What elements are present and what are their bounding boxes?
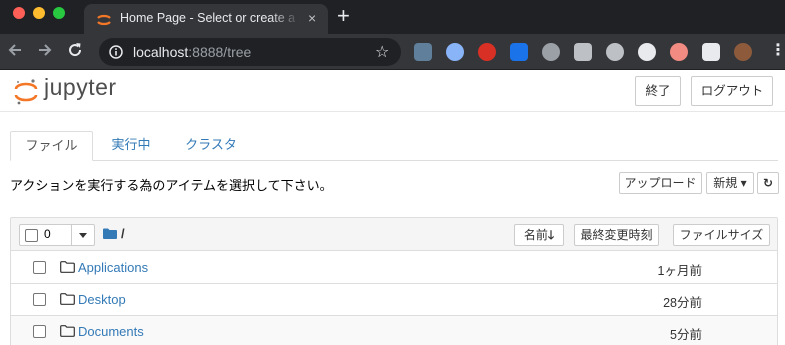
url-host: localhost [133, 44, 189, 60]
folder-icon [60, 325, 75, 337]
tab-files[interactable]: ファイル [10, 131, 93, 161]
file-modified: 28分前 [663, 296, 702, 310]
refresh-button[interactable]: ↻ [757, 172, 779, 194]
browser-tab[interactable]: Home Page - Select or create a notebook … [84, 4, 328, 34]
row-checkbox[interactable] [33, 293, 46, 306]
refresh-icon: ↻ [762, 176, 774, 190]
url-text: localhost:8888/tree [133, 44, 251, 60]
url-path: :8888/tree [188, 44, 252, 60]
browser-toolbar: localhost:8888/tree ☆ ⋮ [0, 34, 785, 70]
folder-root-icon[interactable] [103, 228, 117, 239]
jupyter-logo-icon[interactable] [14, 78, 38, 106]
new-dropdown-button[interactable]: 新規 ▾ [706, 172, 754, 194]
profile-avatar[interactable] [734, 43, 752, 61]
sort-down-arrow-icon: 🡓 [547, 228, 555, 242]
extension-chart-icon[interactable] [414, 43, 432, 61]
extensions-puzzle-icon[interactable] [702, 43, 720, 61]
tab-running[interactable]: 実行中 [110, 131, 152, 161]
sort-size-button[interactable]: ファイルサイズ [673, 224, 770, 246]
jupyter-header: jupyter 終了 ログアウト [0, 70, 785, 112]
file-list-header: 0 / 名前🡓 最終変更時刻 ファイルサイズ [11, 218, 777, 251]
menu-dots-icon[interactable]: ⋮ [770, 42, 785, 60]
list-item[interactable]: Applications 1ヶ月前 [11, 252, 777, 284]
file-modified: 1ヶ月前 [657, 264, 702, 278]
upload-button[interactable]: アップロード [619, 172, 702, 194]
jupyter-logo-text[interactable]: jupyter [44, 74, 117, 101]
info-icon[interactable] [109, 45, 123, 59]
file-name-link[interactable]: Documents [78, 324, 144, 339]
logout-button[interactable]: ログアウト [691, 76, 773, 106]
sort-modified-button[interactable]: 最終変更時刻 [574, 224, 659, 246]
sort-name-label: 名前 [523, 228, 548, 242]
file-name-link[interactable]: Desktop [78, 292, 126, 307]
row-checkbox[interactable] [33, 261, 46, 274]
browser-titlebar: Home Page - Select or create a notebook … [0, 0, 785, 34]
tab-clusters[interactable]: クラスタ [184, 131, 238, 161]
extension-camera-icon[interactable] [574, 43, 592, 61]
tab-title: Home Page - Select or create a notebook [120, 11, 300, 25]
breadcrumb[interactable]: / [121, 226, 125, 241]
extension-translate-icon[interactable] [638, 43, 656, 61]
folder-icon [60, 261, 75, 273]
select-all-group: 0 [19, 224, 95, 246]
select-divider [71, 225, 72, 245]
address-bar[interactable]: localhost:8888/tree ☆ [99, 38, 401, 66]
extension-chat-icon[interactable] [542, 43, 560, 61]
select-all-checkbox[interactable] [25, 229, 38, 242]
selected-count: 0 [44, 227, 51, 241]
reload-icon[interactable] [64, 41, 86, 63]
chevron-down-icon: ▾ [740, 176, 747, 190]
window-zoom-button[interactable] [53, 7, 65, 19]
folder-icon [60, 293, 75, 305]
new-label: 新規 [713, 176, 738, 190]
extension-circle-icon[interactable] [446, 43, 464, 61]
jupyter-tabs: ファイル 実行中 クラスタ [10, 131, 778, 161]
star-icon[interactable]: ☆ [375, 42, 389, 62]
extension-r-icon[interactable] [670, 43, 688, 61]
extension-red-icon[interactable] [478, 43, 496, 61]
tab-close-icon[interactable]: × [308, 10, 316, 26]
file-name-link[interactable]: Applications [78, 260, 148, 275]
window-minimize-button[interactable] [33, 7, 45, 19]
row-checkbox[interactable] [33, 325, 46, 338]
file-list: 0 / 名前🡓 最終変更時刻 ファイルサイズ Applications 1ヶ月前… [10, 217, 778, 345]
quit-button[interactable]: 終了 [635, 76, 681, 106]
instructions-text: アクションを実行する為のアイテムを選択して下さい。 [10, 178, 333, 193]
list-item[interactable]: Documents 5分前 [11, 316, 777, 345]
new-tab-button[interactable]: + [337, 3, 350, 29]
file-modified: 5分前 [670, 328, 702, 342]
sort-name-button[interactable]: 名前🡓 [514, 224, 564, 246]
back-arrow-icon[interactable] [4, 41, 26, 63]
jupyter-favicon-icon [97, 14, 111, 26]
extension-octocat-icon[interactable] [606, 43, 624, 61]
list-item[interactable]: Desktop 28分前 [11, 284, 777, 316]
forward-arrow-icon[interactable] [34, 41, 56, 63]
window-close-button[interactable] [13, 7, 25, 19]
extension-bookmark-icon[interactable] [510, 43, 528, 61]
select-dropdown-caret-icon[interactable] [79, 233, 87, 238]
